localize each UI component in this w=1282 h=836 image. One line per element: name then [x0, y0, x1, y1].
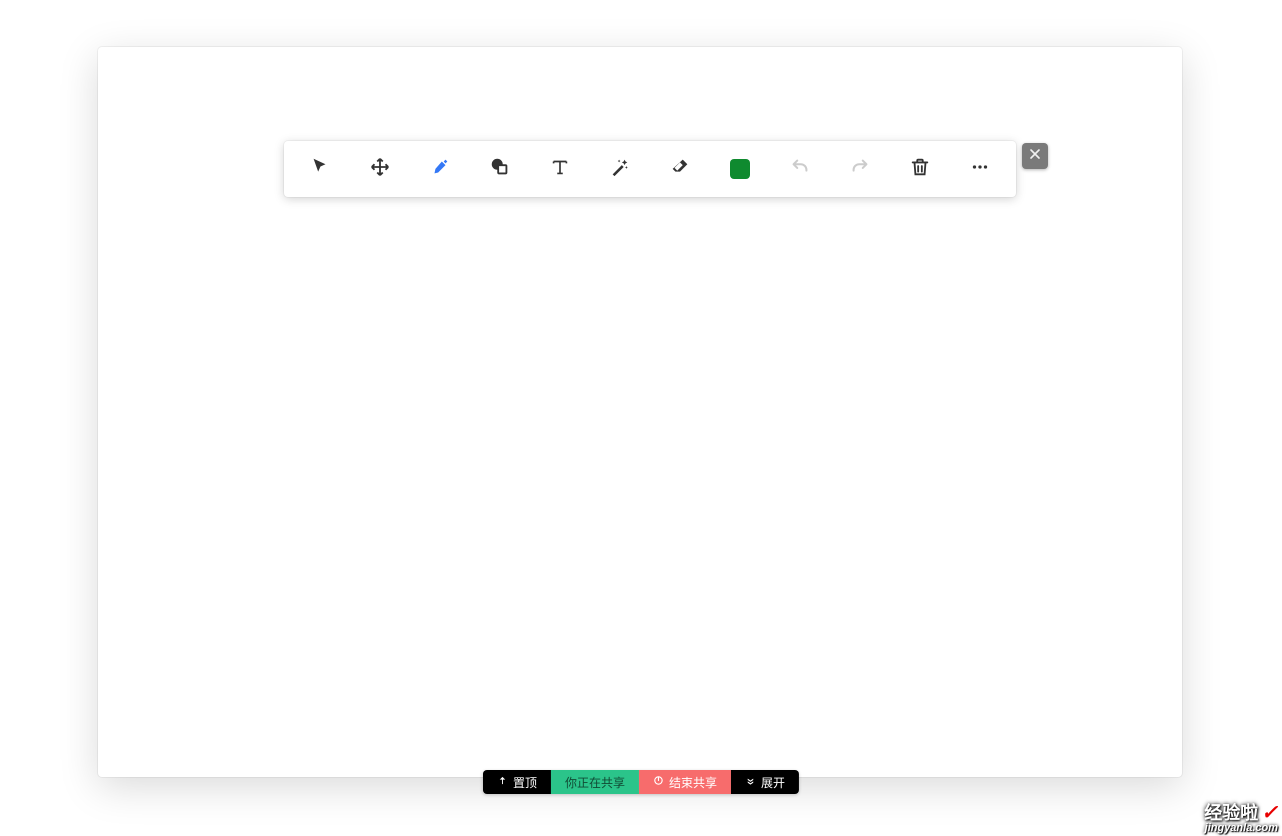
toolbar-wrapper [284, 141, 1048, 197]
undo-icon [789, 156, 811, 183]
text-icon [549, 156, 571, 183]
sharing-label: 你正在共享 [565, 774, 625, 791]
more-icon [969, 156, 991, 183]
expand-button[interactable]: 展开 [731, 770, 799, 794]
redo-button[interactable] [830, 145, 890, 193]
marker-tool[interactable] [410, 145, 470, 193]
pin-icon [497, 775, 508, 789]
pin-button[interactable]: 置顶 [483, 770, 551, 794]
stop-label: 结束共享 [669, 774, 717, 791]
watermark-url: jingyanla.com [1204, 822, 1278, 834]
stop-share-button[interactable]: 结束共享 [639, 770, 731, 794]
eraser-icon [669, 156, 691, 183]
watermark: 经验啦 ✓ jingyanla.com [1204, 799, 1278, 834]
redo-icon [849, 156, 871, 183]
color-swatch-icon [730, 159, 750, 179]
more-button[interactable] [950, 145, 1010, 193]
sharing-status-bar: 置顶 你正在共享 结束共享 展开 [483, 770, 799, 794]
move-tool[interactable] [350, 145, 410, 193]
move-icon [369, 156, 391, 183]
sharing-indicator: 你正在共享 [551, 770, 639, 794]
annotation-toolbar [284, 141, 1016, 197]
color-picker[interactable] [710, 145, 770, 193]
pin-label: 置顶 [513, 774, 537, 791]
wand-icon [609, 156, 631, 183]
text-tool[interactable] [530, 145, 590, 193]
check-icon: ✓ [1261, 800, 1278, 825]
close-icon [1027, 146, 1043, 167]
shape-tool[interactable] [470, 145, 530, 193]
marker-icon [429, 156, 451, 183]
wand-tool[interactable] [590, 145, 650, 193]
trash-icon [909, 156, 931, 183]
shape-icon [489, 156, 511, 183]
eraser-tool[interactable] [650, 145, 710, 193]
stop-icon [653, 775, 664, 789]
cursor-icon [309, 156, 331, 183]
undo-button[interactable] [770, 145, 830, 193]
close-button[interactable] [1022, 143, 1048, 169]
trash-button[interactable] [890, 145, 950, 193]
expand-label: 展开 [761, 774, 785, 791]
pointer-tool[interactable] [290, 145, 350, 193]
expand-icon [745, 775, 756, 789]
